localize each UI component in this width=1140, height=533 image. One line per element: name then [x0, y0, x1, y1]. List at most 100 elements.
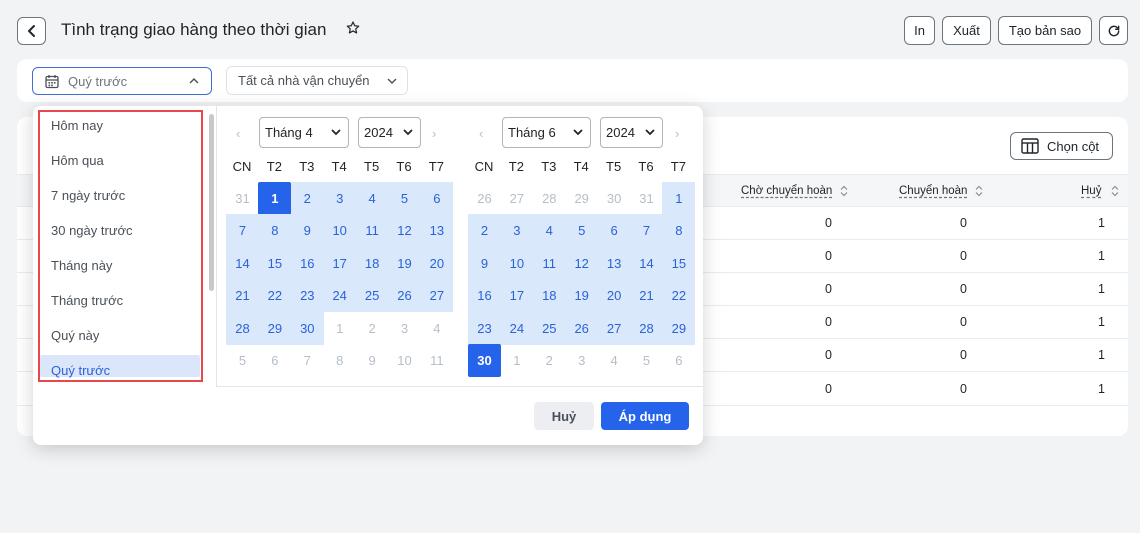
calendar-day[interactable]: 7: [291, 344, 324, 377]
calendar-day[interactable]: 12: [565, 246, 599, 280]
calendar-day[interactable]: 30: [468, 344, 501, 377]
calendar-day[interactable]: 2: [468, 214, 501, 248]
cancel-button[interactable]: Huỷ: [534, 402, 594, 430]
calendar-day[interactable]: 9: [356, 344, 389, 377]
calendar-day[interactable]: 24: [323, 279, 357, 313]
calendar-day[interactable]: 4: [598, 344, 631, 377]
calendar-day[interactable]: 5: [226, 344, 259, 377]
calendar-day[interactable]: 6: [420, 182, 454, 215]
calendar-day[interactable]: 23: [290, 279, 324, 313]
column-header-returned[interactable]: Chuyển hoàn: [899, 185, 967, 197]
calendar-day[interactable]: 6: [662, 344, 695, 377]
right-month-select[interactable]: Tháng 6: [502, 117, 591, 148]
calendar-day[interactable]: 17: [500, 279, 534, 313]
calendar-day[interactable]: 13: [420, 214, 454, 248]
column-header-cancelled[interactable]: Huỷ: [1081, 185, 1101, 197]
calendar-day[interactable]: 21: [226, 279, 259, 313]
calendar-day[interactable]: 29: [258, 311, 292, 345]
calendar-day[interactable]: 31: [226, 182, 259, 215]
calendar-day[interactable]: 5: [630, 344, 663, 377]
apply-button[interactable]: Áp dụng: [601, 402, 689, 430]
calendar-day[interactable]: 4: [532, 214, 566, 248]
calendar-day[interactable]: 7: [226, 214, 259, 248]
calendar-day[interactable]: 27: [597, 311, 631, 345]
calendar-day[interactable]: 3: [565, 344, 598, 377]
calendar-day[interactable]: 2: [533, 344, 566, 377]
calendar-day[interactable]: 2: [356, 312, 389, 345]
calendar-day[interactable]: 3: [323, 182, 357, 215]
calendar-day[interactable]: 28: [533, 182, 566, 215]
calendar-day[interactable]: 1: [258, 182, 292, 215]
star-icon[interactable]: [345, 20, 361, 41]
calendar-day[interactable]: 27: [420, 279, 454, 313]
calendar-day[interactable]: 8: [662, 214, 696, 248]
calendar-day[interactable]: 8: [323, 344, 356, 377]
calendar-day[interactable]: 6: [258, 344, 291, 377]
calendar-day[interactable]: 11: [420, 344, 453, 377]
calendar-day[interactable]: 28: [630, 311, 663, 345]
calendar-day[interactable]: 2: [290, 182, 324, 215]
calendar-day[interactable]: 1: [662, 182, 696, 215]
preset-scrollbar[interactable]: [209, 114, 214, 291]
next-month-icon[interactable]: ›: [675, 126, 679, 141]
calendar-day[interactable]: 15: [258, 246, 292, 280]
calendar-day[interactable]: 10: [323, 214, 357, 248]
calendar-day[interactable]: 5: [565, 214, 599, 248]
calendar-day[interactable]: 28: [226, 311, 259, 345]
calendar-day[interactable]: 5: [388, 182, 421, 215]
calendar-day[interactable]: 6: [597, 214, 631, 248]
calendar-day[interactable]: 25: [532, 311, 566, 345]
calendar-day[interactable]: 22: [662, 279, 696, 313]
calendar-day[interactable]: 20: [597, 279, 631, 313]
calendar-day[interactable]: 4: [355, 182, 389, 215]
calendar-day[interactable]: 11: [355, 214, 389, 248]
export-button[interactable]: Xuất: [942, 16, 991, 45]
calendar-day[interactable]: 1: [500, 344, 533, 377]
calendar-day[interactable]: 16: [468, 279, 501, 313]
calendar-day[interactable]: 15: [662, 246, 696, 280]
calendar-day[interactable]: 10: [388, 344, 421, 377]
calendar-day[interactable]: 3: [388, 312, 421, 345]
prev-month-icon[interactable]: ‹: [479, 126, 483, 141]
calendar-day[interactable]: 4: [420, 312, 453, 345]
calendar-day[interactable]: 26: [565, 311, 599, 345]
calendar-day[interactable]: 30: [290, 311, 324, 345]
calendar-day[interactable]: 12: [388, 214, 421, 248]
calendar-day[interactable]: 8: [258, 214, 292, 248]
calendar-day[interactable]: 26: [388, 279, 421, 313]
prev-month-icon[interactable]: ‹: [236, 126, 240, 141]
sort-icon[interactable]: [1111, 185, 1119, 197]
calendar-day[interactable]: 10: [500, 246, 534, 280]
next-month-icon[interactable]: ›: [432, 126, 436, 141]
create-copy-button[interactable]: Tạo bản sao: [998, 16, 1092, 45]
calendar-day[interactable]: 24: [500, 311, 534, 345]
left-year-select[interactable]: 2024: [358, 117, 421, 148]
calendar-day[interactable]: 23: [468, 311, 501, 345]
calendar-day[interactable]: 3: [500, 214, 534, 248]
refresh-button[interactable]: [1099, 16, 1128, 45]
sort-icon[interactable]: [840, 185, 848, 197]
calendar-day[interactable]: 21: [630, 279, 663, 313]
calendar-day[interactable]: 29: [565, 182, 598, 215]
calendar-day[interactable]: 25: [355, 279, 389, 313]
calendar-day[interactable]: 14: [226, 246, 259, 280]
calendar-day[interactable]: 31: [630, 182, 663, 215]
calendar-day[interactable]: 14: [630, 246, 663, 280]
back-button[interactable]: [17, 17, 46, 45]
calendar-day[interactable]: 18: [355, 246, 389, 280]
carrier-dropdown[interactable]: Tất cả nhà vận chuyển: [226, 66, 408, 95]
calendar-day[interactable]: 26: [468, 182, 501, 215]
right-year-select[interactable]: 2024: [600, 117, 663, 148]
calendar-day[interactable]: 13: [597, 246, 631, 280]
print-button[interactable]: In: [904, 16, 935, 45]
calendar-day[interactable]: 22: [258, 279, 292, 313]
calendar-day[interactable]: 11: [532, 246, 566, 280]
date-range-dropdown[interactable]: Quý trước: [32, 67, 212, 95]
sort-icon[interactable]: [975, 185, 983, 197]
calendar-day[interactable]: 27: [500, 182, 533, 215]
calendar-day[interactable]: 17: [323, 246, 357, 280]
calendar-day[interactable]: 19: [565, 279, 599, 313]
calendar-day[interactable]: 1: [323, 312, 356, 345]
calendar-day[interactable]: 19: [388, 246, 421, 280]
calendar-day[interactable]: 9: [290, 214, 324, 248]
